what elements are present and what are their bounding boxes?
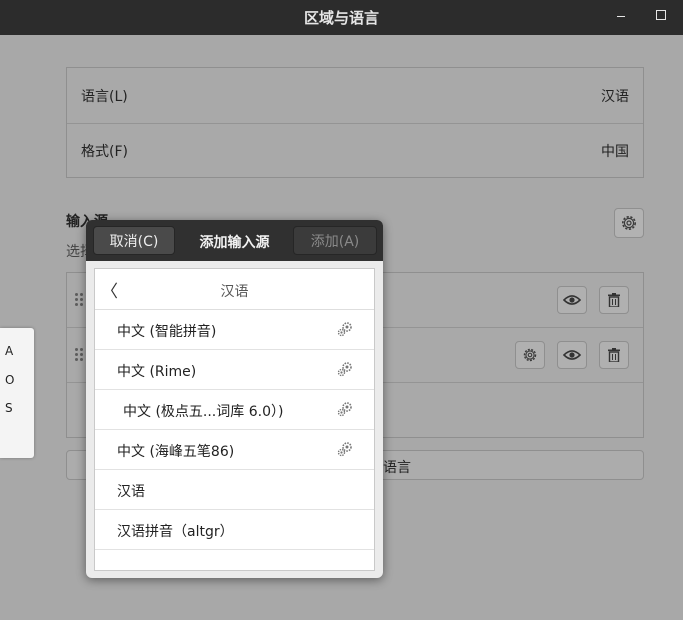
list-item-label: 汉语拼音（altgr） [117,524,234,540]
dialog-header: 取消(C) 添加输入源 添加(A) [86,220,383,261]
preview-button-2[interactable] [557,341,587,369]
language-format-card: 语言(L) 汉语 格式(F) 中国 [66,67,644,178]
add-input-source-dialog: 取消(C) 添加输入源 添加(A) 〈 汉语 中文 (智能拼音) 中文 (Rim… [86,220,383,578]
window-title: 区域与语言 [303,9,379,27]
gears-icon [337,442,352,457]
list-item[interactable]: 汉语 [95,470,374,510]
gears-icon [337,362,352,377]
osk-key[interactable]: A [5,344,13,358]
cancel-button[interactable]: 取消(C) [93,226,175,255]
language-label: 语言(L) [81,88,128,105]
gears-icon [337,402,352,417]
format-label: 格式(F) [81,144,128,160]
list-item-label: 中文 (海峰五笔86) [117,444,235,460]
gears-icon [337,322,352,337]
format-row[interactable]: 格式(F) 中国 [67,123,643,178]
minimize-icon[interactable] [615,9,629,23]
list-item[interactable]: 中文 (海峰五笔86) [95,430,374,470]
drag-handle-icon[interactable] [75,293,85,307]
configure-button-2[interactable] [515,341,545,369]
language-value: 汉语 [601,88,629,105]
input-options-button[interactable] [614,208,644,238]
trash-icon [608,348,620,362]
list-title: 汉语 [220,284,249,300]
remove-button-2[interactable] [599,341,629,369]
list-item-label: 中文 (智能拼音) [117,324,217,340]
gear-icon [523,348,537,362]
manage-languages-label: 语言 [383,460,411,476]
list-item-label: 中文 (极点五...词库 6.0）) [123,404,284,420]
input-source-list: 〈 汉语 中文 (智能拼音) 中文 (Rime) 中文 (极点五...词库 6.… [94,268,375,571]
language-row[interactable]: 语言(L) 汉语 [67,68,643,123]
format-value: 中国 [601,144,629,160]
eye-icon [563,350,581,360]
osk-key[interactable]: O [5,373,14,387]
eye-icon [563,295,581,305]
drag-handle-icon[interactable] [75,348,85,362]
list-header: 〈 汉语 [95,269,374,310]
preview-button-1[interactable] [557,286,587,314]
trash-icon [608,293,620,307]
onscreen-keyboard-panel: A O S [0,328,34,458]
list-item-label: 中文 (Rime) [117,364,197,380]
list-item[interactable]: 中文 (Rime) [95,350,374,390]
list-item[interactable]: 中文 (极点五...词库 6.0）) [95,390,374,430]
window-titlebar: 区域与语言 [0,0,683,35]
list-item[interactable]: 汉语拼音（altgr） [95,510,374,550]
remove-button-1[interactable] [599,286,629,314]
maximize-icon[interactable] [654,8,668,22]
list-item-label: 汉语 [117,484,145,500]
add-button[interactable]: 添加(A) [293,226,377,255]
osk-key[interactable]: S [5,401,13,415]
gear-icon [622,216,636,230]
list-item[interactable]: 中文 (智能拼音) [95,310,374,350]
